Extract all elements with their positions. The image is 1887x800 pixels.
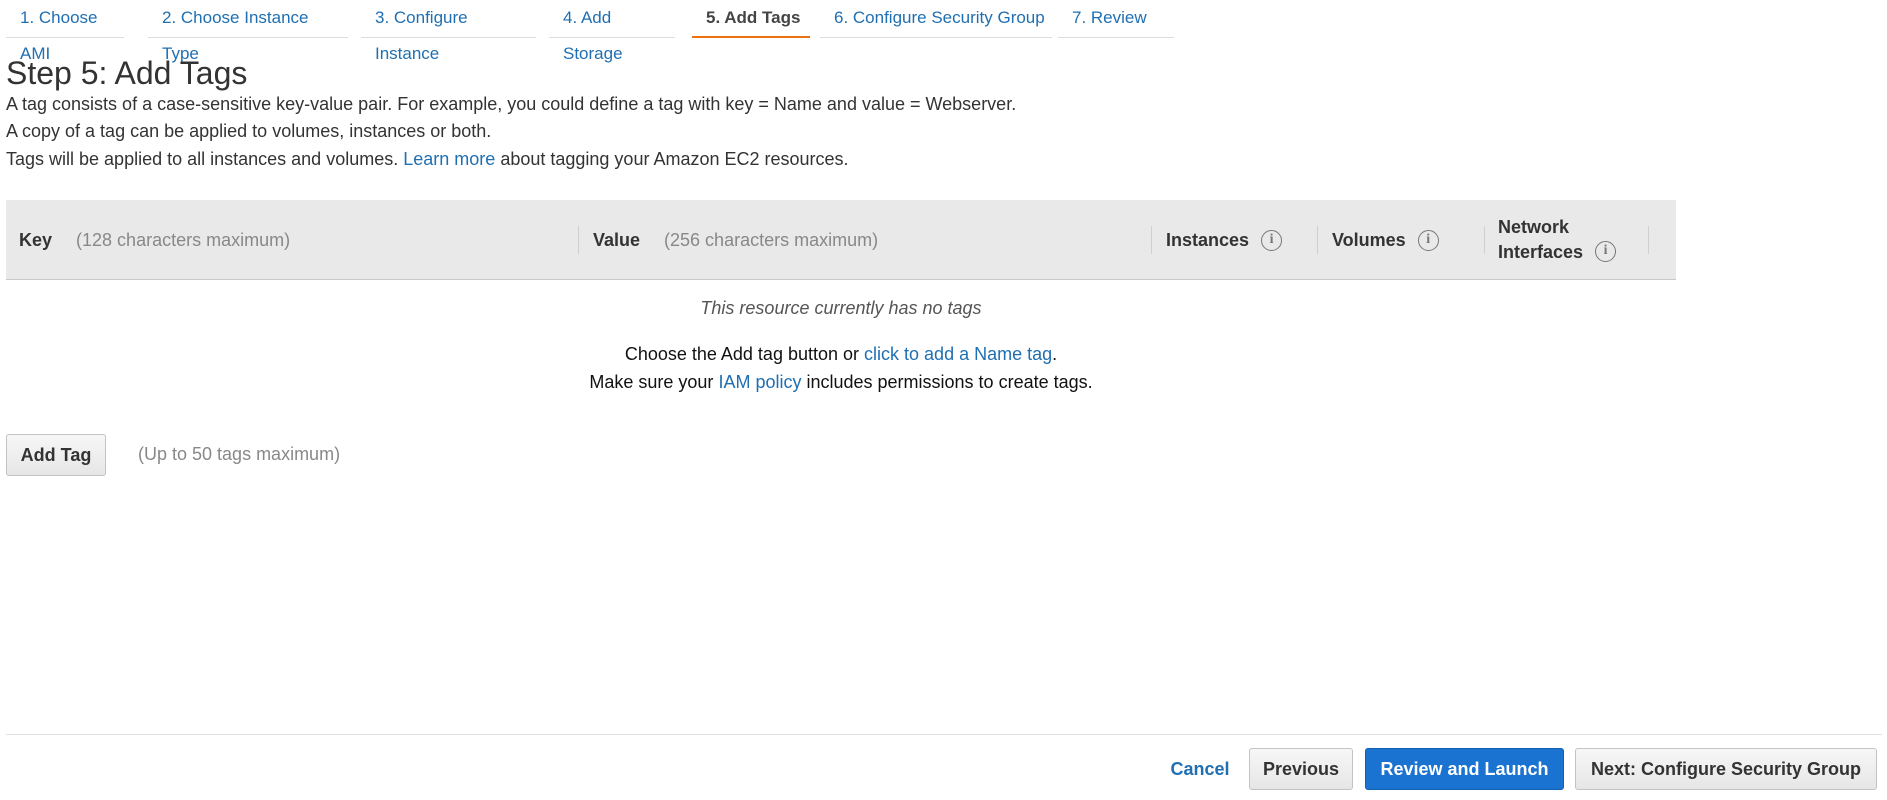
key-column-header: Key (128 characters maximum) — [19, 200, 290, 280]
wizard-step-configure-instance[interactable]: 3. Configure Instance — [361, 0, 536, 63]
add-name-tag-link[interactable]: click to add a Name tag — [864, 344, 1052, 364]
column-divider — [1151, 226, 1152, 254]
column-divider — [1484, 226, 1485, 254]
network-interfaces-info-icon[interactable]: i — [1595, 240, 1617, 262]
network-interfaces-column-header: Network Interfaces i — [1498, 200, 1617, 280]
ec2-launch-wizard: 1. Choose AMI 2. Choose Instance Type 3.… — [0, 0, 1887, 800]
volumes-column-header: Volumes i — [1332, 200, 1439, 280]
value-header-label: Value — [593, 229, 641, 250]
iam-policy-link[interactable]: IAM policy — [718, 372, 801, 392]
no-tags-message: This resource currently has no tags — [700, 298, 982, 318]
value-column-header: Value (256 characters maximum) — [593, 200, 878, 280]
key-max-hint: (128 characters maximum) — [76, 229, 291, 250]
add-tag-button[interactable]: Add Tag — [6, 434, 106, 476]
guidance-line-1-period: . — [1052, 344, 1058, 364]
guidance-line-2-text: Make sure your — [589, 372, 714, 392]
wizard-step-configure-security-group[interactable]: 6. Configure Security Group — [820, 0, 1052, 38]
description-line-3-suffix: about tagging your Amazon EC2 resources. — [500, 149, 849, 169]
tags-table-header: Key (128 characters maximum) Value (256 … — [6, 200, 1676, 280]
guidance-line-1-text: Choose the Add tag button or — [624, 344, 860, 364]
network-header-line-2: Interfaces — [1498, 242, 1584, 262]
wizard-step-add-tags[interactable]: 5. Add Tags — [692, 0, 810, 38]
value-max-hint: (256 characters maximum) — [664, 229, 879, 250]
add-tag-limit-hint: (Up to 50 tags maximum) — [138, 444, 341, 464]
network-header-line-1: Network — [1498, 217, 1570, 237]
volumes-info-icon[interactable]: i — [1417, 229, 1439, 251]
column-divider — [1317, 226, 1318, 254]
column-divider — [1648, 226, 1649, 254]
cancel-button[interactable]: Cancel — [1160, 748, 1240, 790]
key-header-label: Key — [19, 229, 53, 250]
learn-more-link[interactable]: Learn more — [403, 149, 495, 169]
description-line-3-text: Tags will be applied to all instances an… — [6, 149, 399, 169]
description-line-2: A copy of a tag can be applied to volume… — [6, 121, 492, 141]
description-line-1: A tag consists of a case-sensitive key-v… — [6, 94, 1017, 114]
volumes-header-label: Volumes — [1332, 229, 1406, 250]
description-line-3: Tags will be applied to all instances an… — [6, 149, 849, 170]
wizard-step-choose-ami[interactable]: 1. Choose AMI — [6, 0, 124, 63]
next-configure-security-group-button[interactable]: Next: Configure Security Group — [1575, 748, 1877, 790]
guidance-line-2: Make sure your IAM policy includes permi… — [6, 372, 1676, 393]
guidance-line-2-suffix: includes permissions to create tags. — [806, 372, 1093, 392]
column-divider — [578, 226, 579, 254]
page-title: Step 5: Add Tags — [6, 55, 248, 91]
wizard-step-choose-instance-type[interactable]: 2. Choose Instance Type — [148, 0, 348, 63]
instances-header-label: Instances — [1166, 229, 1250, 250]
wizard-step-add-storage[interactable]: 4. Add Storage — [549, 0, 675, 63]
instances-column-header: Instances i — [1166, 200, 1283, 280]
instances-info-icon[interactable]: i — [1261, 229, 1283, 251]
guidance-line-1: Choose the Add tag button or click to ad… — [6, 344, 1676, 365]
network-interfaces-header-label: Network Interfaces — [1498, 215, 1583, 265]
previous-button[interactable]: Previous — [1249, 748, 1353, 790]
wizard-step-review[interactable]: 7. Review — [1058, 0, 1174, 38]
review-and-launch-button[interactable]: Review and Launch — [1365, 748, 1564, 790]
footer-divider — [6, 734, 1882, 735]
